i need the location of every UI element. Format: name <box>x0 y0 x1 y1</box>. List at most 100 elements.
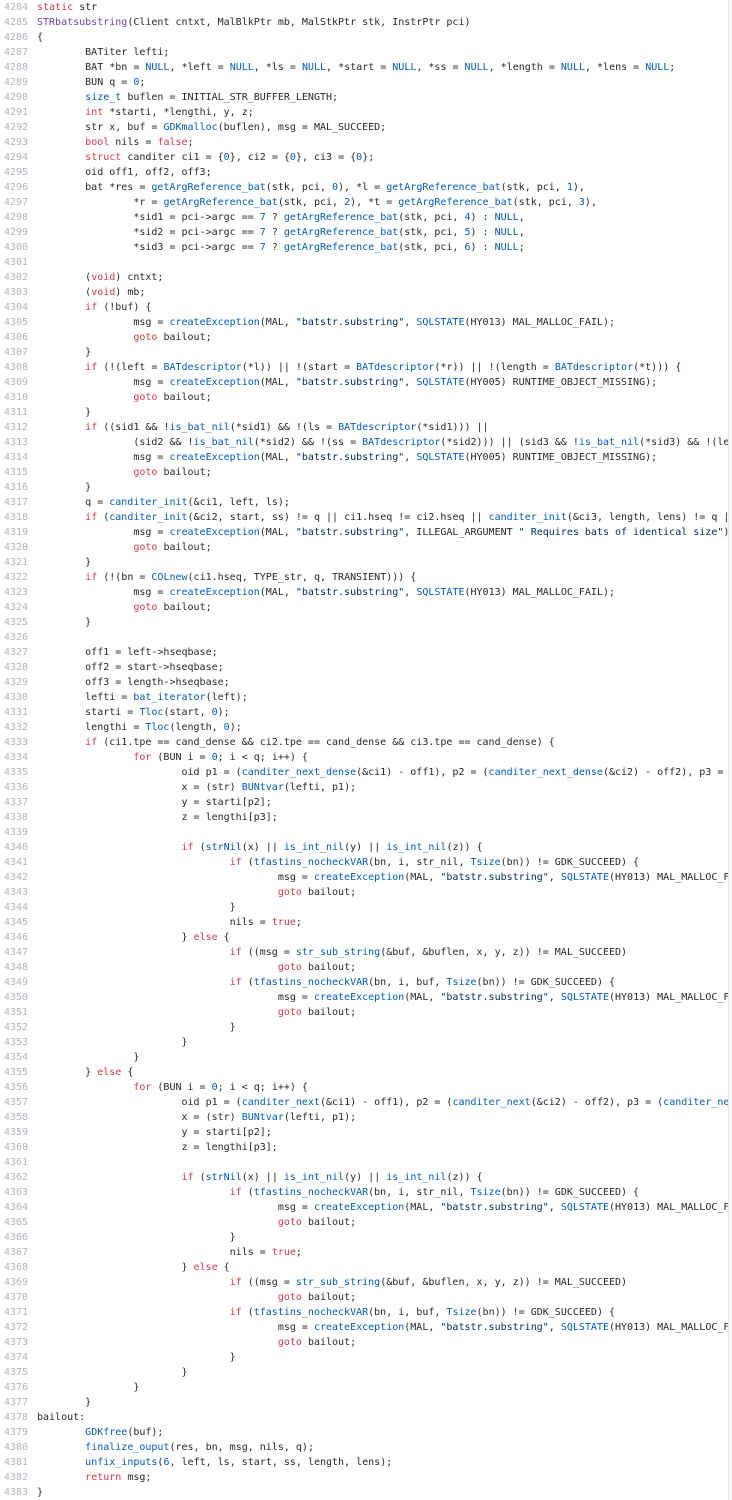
code-text: } <box>37 1397 92 1408</box>
code-line: 4289 BUN q = 0; <box>0 75 729 90</box>
line-number: 4325 <box>4 617 29 628</box>
code-line: 4316 } <box>0 480 729 495</box>
code-line: 4352 } <box>0 1020 729 1035</box>
code-text: goto bailout; <box>277 1007 357 1018</box>
code-line: 4293 bool nils = false; <box>0 135 729 150</box>
code-line: 4355 } else { <box>0 1065 729 1080</box>
code-text: } <box>37 1352 236 1363</box>
line-number: 4383 <box>4 1487 29 1498</box>
line-number: 4356 <box>4 1082 29 1093</box>
code-line: 4329 off3 = length->hseqbase; <box>0 675 729 690</box>
code-line: 4295 oid off1, off2, off3; <box>0 165 729 180</box>
line-number: 4330 <box>4 692 29 703</box>
code-text: goto bailout; <box>277 1337 357 1348</box>
code-text: goto bailout; <box>133 602 212 613</box>
line-number: 4374 <box>4 1352 29 1363</box>
line-number: 4363 <box>4 1187 29 1198</box>
line-number: 4371 <box>4 1307 29 1318</box>
code-text: STRbatsubstring(Client cntxt, MalBlkPtr … <box>37 17 471 28</box>
line-number: 4361 <box>4 1157 29 1168</box>
code-text: } <box>37 407 92 418</box>
code-text: struct canditer ci1 = {0}, ci2 = {0}, ci… <box>85 152 375 163</box>
line-number: 4319 <box>4 527 29 538</box>
code-line: 4294 struct canditer ci1 = {0}, ci2 = {0… <box>0 150 729 165</box>
line-number: 4373 <box>4 1337 29 1348</box>
code-line: 4364 msg = createException(MAL, "batstr.… <box>0 1200 729 1215</box>
code-text: finalize_ouput(res, bn, msg, nils, q); <box>85 1442 314 1453</box>
code-line: 4299 *sid2 = pci->argc == 7 ? getArgRefe… <box>0 225 729 240</box>
code-line: 4328 off2 = start->hseqbase; <box>0 660 729 675</box>
line-number: 4306 <box>4 332 29 343</box>
code-line: 4381 unfix_inputs(6, left, ls, start, ss… <box>0 1455 729 1470</box>
code-line: 4345 nils = true; <box>0 915 729 930</box>
line-number: 4369 <box>4 1277 29 1288</box>
code-line: 4322 if (!(bn = COLnew(ci1.hseq, TYPE_st… <box>0 570 729 585</box>
line-number: 4366 <box>4 1232 29 1243</box>
code-text: } <box>37 902 236 913</box>
code-text: } <box>37 347 92 358</box>
code-text: BATiter lefti; <box>37 47 170 58</box>
line-number: 4299 <box>4 227 29 238</box>
code-text: nils = true; <box>37 917 302 928</box>
code-text: } else { <box>37 932 230 943</box>
line-number: 4333 <box>4 737 29 748</box>
code-text: } else { <box>37 1262 230 1273</box>
code-line: 4357 oid p1 = (canditer_next(&ci1) - off… <box>0 1095 729 1110</box>
line-number: 4340 <box>4 842 29 853</box>
line-number: 4380 <box>4 1442 29 1453</box>
code-line: 4317 q = canditer_init(&ci1, left, ls); <box>0 495 729 510</box>
code-text: } <box>37 1037 188 1048</box>
code-line: 4302 (void) cntxt; <box>0 270 729 285</box>
code-line: 4351 goto bailout; <box>0 1005 729 1020</box>
line-number: 4368 <box>4 1262 29 1273</box>
code-line: 4297 *r = getArgReference_bat(stk, pci, … <box>0 195 729 210</box>
code-text: off1 = left->hseqbase; <box>37 647 218 658</box>
code-text: msg = createException(MAL, "batstr.subst… <box>37 587 615 598</box>
code-line: 4304 if (!buf) { <box>0 300 729 315</box>
line-number: 4377 <box>4 1397 29 1408</box>
line-number: 4293 <box>4 137 29 148</box>
code-text: return msg; <box>85 1472 152 1483</box>
line-number: 4296 <box>4 182 29 193</box>
code-text: lefti = bat_iterator(left); <box>37 692 248 703</box>
code-text: msg = createException(MAL, "batstr.subst… <box>37 1322 729 1333</box>
vertical-scrollbar[interactable] <box>728 0 732 1500</box>
code-text: } <box>37 1487 44 1498</box>
code-line: 4305 msg = createException(MAL, "batstr.… <box>0 315 729 330</box>
code-line: 4353 } <box>0 1035 729 1050</box>
line-number: 4290 <box>4 92 29 103</box>
code-text: if (tfastins_nocheckVAR(bn, i, str_nil, … <box>229 1187 640 1198</box>
code-line: 4285 STRbatsubstring(Client cntxt, MalBlk… <box>0 15 729 30</box>
line-number: 4300 <box>4 242 29 253</box>
code-line: 4350 msg = createException(MAL, "batstr.… <box>0 990 729 1005</box>
code-text: if (!(bn = COLnew(ci1.hseq, TYPE_str, q,… <box>85 572 417 583</box>
code-text: *sid2 = pci->argc == 7 ? getArgReference… <box>37 227 525 238</box>
code-line: 4343 goto bailout; <box>0 885 729 900</box>
code-text: lengthi = Tloc(length, 0); <box>37 722 242 733</box>
code-text: } <box>37 557 92 568</box>
line-number: 4320 <box>4 542 29 553</box>
line-number: 4331 <box>4 707 29 718</box>
code-line: 4342 msg = createException(MAL, "batstr.… <box>0 870 729 885</box>
code-line: 4382 return msg; <box>0 1470 729 1485</box>
code-text: msg = createException(MAL, "batstr.subst… <box>37 1202 729 1213</box>
code-line: 4380 finalize_ouput(res, bn, msg, nils, … <box>0 1440 729 1455</box>
line-number: 4324 <box>4 602 29 613</box>
code-text: off3 = length->hseqbase; <box>37 677 230 688</box>
line-number: 4311 <box>4 407 29 418</box>
code-text: int *starti, *lengthi, y, z; <box>85 107 254 118</box>
code-view: 4284 static str 4285 STRbatsubstring(Client… <box>0 0 729 1500</box>
code-line: 4373 goto bailout; <box>0 1335 729 1350</box>
line-number: 4287 <box>4 47 29 58</box>
code-line: 4284 static str <box>0 0 729 15</box>
code-text: bat *res = getArgReference_bat(stk, pci,… <box>37 182 585 193</box>
code-text: BUN q = 0; <box>37 77 146 88</box>
code-line: 4369 if ((msg = str_sub_string(&buf, &bu… <box>0 1275 729 1290</box>
code-text: goto bailout; <box>277 1292 357 1303</box>
code-line: 4374 } <box>0 1350 729 1365</box>
code-text: *sid3 = pci->argc == 7 ? getArgReference… <box>37 242 525 253</box>
line-number: 4381 <box>4 1457 29 1468</box>
line-number: 4286 <box>4 32 29 43</box>
code-text: *r = getArgReference_bat(stk, pci, 2), *… <box>37 197 597 208</box>
code-text: } <box>37 1232 236 1243</box>
